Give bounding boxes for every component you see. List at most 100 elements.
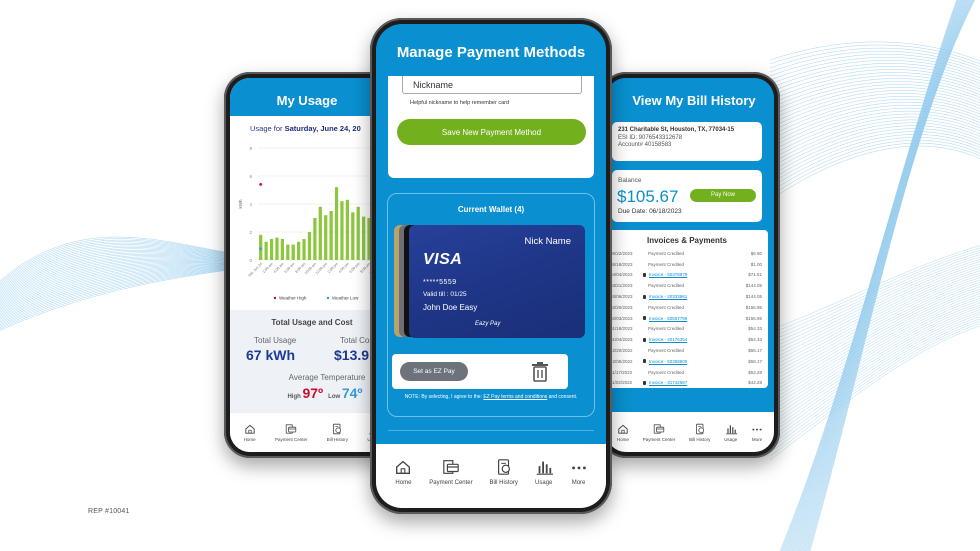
invoice-row[interactable]: 12/05/2022 Invoice - 50358900 $56.17: [606, 356, 768, 367]
pdf-icon: [643, 316, 646, 321]
invoice-amount: $6.90: [750, 250, 762, 256]
invoice-description: Payment Credited: [638, 283, 734, 288]
invoice-row[interactable]: 01/04/2023 Invoice - 40176354 $54.33: [606, 334, 768, 345]
usage-bar[interactable]: [329, 211, 333, 260]
save-payment-method-button[interactable]: Save New Payment Method: [397, 119, 586, 145]
invoice-link[interactable]: Invoice - 50358900: [649, 359, 687, 364]
home-icon: [244, 424, 255, 434]
invoice-date: 03/21/2023: [610, 283, 633, 289]
x-tick-label: 12:00 pm: [315, 262, 328, 275]
trash-icon[interactable]: [530, 361, 550, 383]
nav-home[interactable]: Home: [244, 423, 256, 442]
usage-bar[interactable]: [318, 206, 322, 260]
invoice-link[interactable]: Invoice - 31742687: [649, 380, 687, 385]
wallet-title: Current Wallet (4): [457, 205, 525, 214]
nav-home[interactable]: Home: [617, 423, 629, 442]
usage-bar[interactable]: [291, 244, 295, 260]
payment-methods-title: Manage Payment Methods: [396, 44, 586, 61]
bill-history-title: View My Bill History: [606, 78, 774, 122]
usage-bar[interactable]: [302, 239, 306, 260]
legend-label: Weather High: [279, 296, 307, 301]
nav-usage[interactable]: Usage: [535, 458, 553, 486]
low-label: Low: [328, 394, 341, 400]
invoice-row[interactable]: 11/02/2022 Invoice - 31742687 $42.28: [606, 378, 768, 389]
balance-label: Balance: [618, 177, 642, 184]
usage-bar[interactable]: [324, 215, 328, 260]
payment-credited-text: Payment Credited: [648, 304, 685, 310]
usage-bar[interactable]: [264, 241, 268, 260]
weather-marker: [259, 183, 263, 186]
nav-payment-center[interactable]: Payment Center: [643, 423, 675, 442]
usage-bar[interactable]: [297, 241, 301, 260]
invoice-link[interactable]: Invoice - 40176354: [649, 337, 687, 342]
usage-bar[interactable]: [362, 216, 366, 260]
nav-usage[interactable]: Usage: [724, 423, 737, 442]
usage-bar[interactable]: [259, 234, 263, 260]
invoice-row: 05/22/2023 Payment Credited $6.90: [606, 248, 768, 259]
invoice-link[interactable]: Invoice - 50507799: [649, 316, 687, 321]
wave-line: [769, 78, 980, 109]
usage-bar[interactable]: [334, 187, 339, 260]
usage-bar[interactable]: [307, 232, 312, 260]
invoice-date: 05/22/2023: [610, 250, 633, 256]
invoice-link[interactable]: Invoice - 50378879: [649, 272, 687, 277]
usage-bar[interactable]: [269, 239, 274, 260]
invoice-description: Invoice - 50507799: [638, 316, 734, 321]
usage-bar[interactable]: [351, 212, 355, 260]
usage-bar[interactable]: [340, 201, 344, 260]
invoice-date: 04/04/2023: [610, 272, 633, 278]
invoice-date: 12/05/2022: [610, 358, 633, 364]
wave-line: [769, 318, 980, 450]
invoice-amount: $54.33: [748, 326, 762, 332]
nav-label: Usage: [535, 480, 553, 486]
invoice-row[interactable]: 02/03/2023 Invoice - 50507799 $156.95: [606, 313, 768, 324]
invoice-row: 02/20/2023 Payment Credited $156.95: [606, 302, 768, 313]
usage-bar[interactable]: [286, 244, 290, 260]
invoice-amount: $156.95: [745, 304, 762, 310]
invoices-card: Invoices & Payments 05/22/2023 Payment Cr…: [606, 230, 768, 388]
payment-card[interactable]: Nick Name VISA *****5559 Valid till : 01…: [409, 225, 585, 338]
pay-now-button[interactable]: Pay Now: [690, 189, 756, 202]
x-tick-label: 2:00 am: [262, 262, 274, 274]
nav-bill-history[interactable]: Bill History: [689, 423, 710, 442]
total-cost-value: $13.9: [334, 347, 370, 363]
nav-home[interactable]: Home: [394, 458, 412, 486]
pdf-icon: [643, 337, 646, 342]
invoice-description: Invoice - 50378879: [638, 272, 734, 277]
wave-line: [805, 0, 973, 551]
nickname-input[interactable]: [402, 76, 582, 94]
set-ez-pay-button[interactable]: Set as EZ Pay: [400, 362, 468, 381]
usage-bar[interactable]: [356, 206, 360, 260]
invoice-row[interactable]: 04/04/2023 Invoice - 50378879 $71.51: [606, 270, 768, 281]
pdf-icon: [643, 380, 646, 385]
nav-more[interactable]: More: [570, 458, 588, 486]
nav-label: Payment Center: [429, 480, 473, 486]
legend-swatch: [273, 296, 277, 300]
usage-bar[interactable]: [275, 237, 279, 260]
card-holder: John Doe Easy: [423, 303, 478, 312]
bill-bottom-nav: Home Payment Center Bill History Usage More: [606, 412, 774, 452]
high-label: High: [287, 394, 301, 400]
usage-bar[interactable]: [280, 239, 284, 260]
bill-history-icon: [333, 423, 342, 435]
invoice-description: Payment Credited: [638, 348, 734, 353]
payment-credited-text: Payment Credited: [648, 250, 685, 256]
nav-payment-center[interactable]: Payment Center: [275, 423, 307, 442]
usage-bar[interactable]: [345, 199, 349, 260]
nav-label: Bill History: [489, 480, 518, 486]
usage-bar[interactable]: [313, 218, 317, 260]
nav-label: More: [571, 480, 586, 486]
due-date: Due Date: 06/18/2023: [618, 208, 682, 215]
invoice-link[interactable]: Invoice - 20333661: [649, 294, 687, 299]
usage-icon: [536, 461, 553, 475]
nav-more[interactable]: More: [751, 423, 763, 442]
invoice-date: 01/04/2023: [610, 337, 633, 343]
nav-payment-center[interactable]: Payment Center: [429, 458, 473, 486]
nav-bill-history[interactable]: Bill History: [490, 458, 518, 486]
nav-bill-history[interactable]: Bill History: [327, 423, 348, 442]
ez-pay-terms-link[interactable]: EZ Pay terms and conditions: [483, 394, 547, 400]
ez-pay-note: NOTE: By selecting, I agree to the: EZ P…: [398, 394, 584, 401]
invoice-row[interactable]: 03/06/2023 Invoice - 20333661 $144.05: [606, 291, 768, 302]
home-icon: [618, 424, 628, 434]
invoice-description: Payment Credited: [638, 370, 734, 375]
